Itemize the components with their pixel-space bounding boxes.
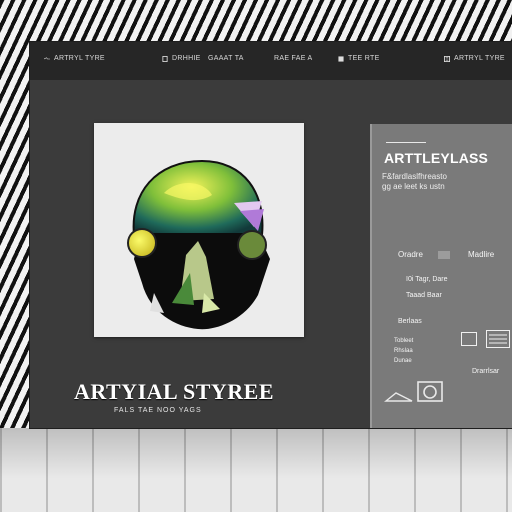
panel-divider xyxy=(386,142,426,143)
nav-label-4: RAE FAE A xyxy=(274,55,313,62)
skull-painting xyxy=(127,159,270,330)
wooden-floor xyxy=(0,428,512,512)
nav-label-2: DRHHIE xyxy=(172,55,201,62)
top-nav-bar: ARTRYL TYRE DRHHIE GAAAT TA RAE FAE A TE… xyxy=(30,42,512,80)
panel-title: ARTTLEYLASS xyxy=(384,150,489,166)
artwork-image xyxy=(94,123,304,337)
option-b-label[interactable]: Madlire xyxy=(468,250,494,259)
nav-item-4[interactable]: RAE FAE A xyxy=(274,55,313,62)
logo-icon xyxy=(44,56,50,59)
list-icon xyxy=(444,55,450,62)
nav-item-6[interactable]: ARTRYL TYRE xyxy=(444,55,505,62)
nav-item-5[interactable]: TEE RTE xyxy=(338,55,380,62)
panel-list-item: Rhslaa xyxy=(394,348,413,354)
brand-subtitle: FALS TAE NOO YAGS xyxy=(114,407,202,414)
option-a-label[interactable]: Oradre xyxy=(398,250,423,259)
app-screen: ARTRYL TYRE DRHHIE GAAAT TA RAE FAE A TE… xyxy=(30,42,512,428)
panel-subtitle-1: F&fardlaslfhreasto xyxy=(382,172,447,181)
panel-row-1: I0i Tagr, Dare xyxy=(406,276,448,283)
panel-footer: Drarrlsar xyxy=(472,368,500,375)
brand-title: ARTYIAL STYREE xyxy=(74,379,275,404)
panel-section-heading: Berlaas xyxy=(398,318,422,325)
menu-icon xyxy=(338,55,344,62)
panel-list-item: Dunae xyxy=(394,358,412,364)
option-a-swatch[interactable] xyxy=(438,251,450,259)
nav-label-brand: ARTRYL TYRE xyxy=(54,55,105,62)
nav-item-3[interactable]: GAAAT TA xyxy=(208,55,244,62)
nav-label-5: TEE RTE xyxy=(348,55,380,62)
panel-subtitle-2: gg ae leet ks ustn xyxy=(382,182,445,191)
nav-label-6: ARTRYL TYRE xyxy=(454,55,505,62)
nav-label-3: GAAAT TA xyxy=(208,55,244,62)
brand-block: ARTYIAL STYREE FALS TAE NOO YAGS xyxy=(74,379,294,414)
grid-icon[interactable] xyxy=(486,330,510,348)
panel-row-2: Taaad Baar xyxy=(406,292,442,299)
frame-icon[interactable] xyxy=(461,332,477,346)
camera-icon[interactable] xyxy=(384,379,446,403)
nav-item-2[interactable]: DRHHIE xyxy=(162,55,201,62)
panel-list-item: Tobleet xyxy=(394,338,414,344)
file-icon xyxy=(162,55,168,62)
nav-item-brand[interactable]: ARTRYL TYRE xyxy=(44,55,105,62)
